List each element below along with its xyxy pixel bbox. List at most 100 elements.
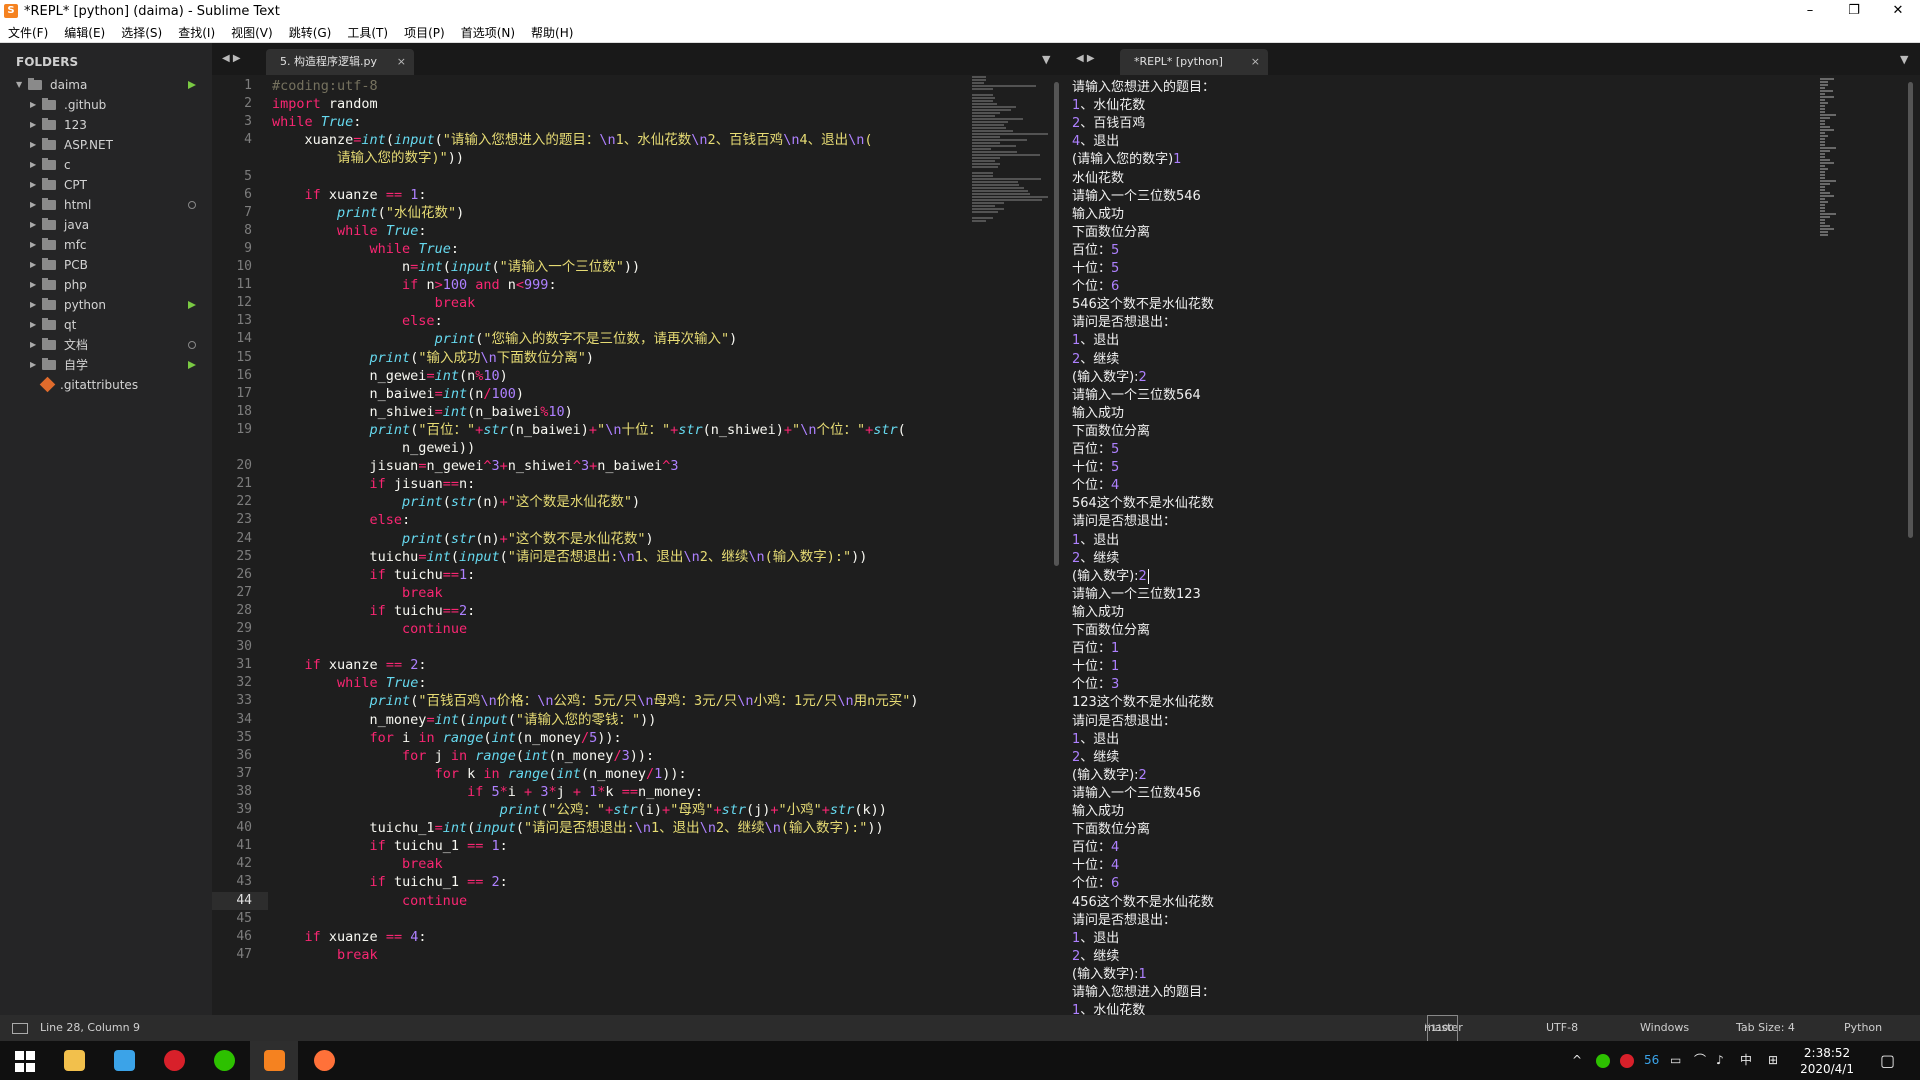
menu-item-3[interactable]: 查找(I) xyxy=(170,24,223,41)
code-line[interactable]: while True: xyxy=(272,674,426,692)
code-line[interactable]: n_money=int(input("请输入您的零钱：")) xyxy=(272,711,657,729)
close-icon[interactable]: × xyxy=(397,49,406,75)
editor-scrollbar[interactable] xyxy=(1054,82,1059,566)
menu-item-8[interactable]: 首选项(N) xyxy=(453,24,523,41)
menu-item-9[interactable]: 帮助(H) xyxy=(523,24,581,41)
chevron-right-icon[interactable]: ▶ xyxy=(30,295,36,315)
code-line[interactable]: n_gewei=int(n%10) xyxy=(272,367,508,385)
code-line[interactable]: while True: xyxy=(272,222,426,240)
code-line[interactable]: break xyxy=(272,855,443,873)
chevron-right-icon[interactable]: ▶ xyxy=(30,275,36,295)
code-line[interactable]: while True: xyxy=(272,240,459,258)
code-line[interactable]: while True: xyxy=(272,113,361,131)
menu-item-4[interactable]: 视图(V) xyxy=(223,24,281,41)
code-line[interactable]: jisuan=n_gewei^3+n_shiwei^3+n_baiwei^3 xyxy=(272,457,679,475)
code-line[interactable]: if xuanze == 1: xyxy=(272,186,427,204)
menu-item-5[interactable]: 跳转(G) xyxy=(281,24,340,41)
line-endings[interactable]: Windows xyxy=(1640,1015,1689,1041)
code-line[interactable]: import random xyxy=(272,95,378,113)
windows-start-icon[interactable] xyxy=(0,1041,48,1080)
code-line[interactable]: print(str(n)+"这个数是水仙花数") xyxy=(272,493,640,511)
code-line[interactable]: if n>100 and n<999: xyxy=(272,276,557,294)
code-line[interactable]: tuichu=int(input("请问是否想退出:\n1、退出\n2、继续\n… xyxy=(272,548,868,566)
chevron-right-icon[interactable]: ▶ xyxy=(30,235,36,255)
tray-wechat-icon[interactable] xyxy=(1596,1041,1610,1080)
ime-mode-icon[interactable]: ⊞ xyxy=(1768,1041,1778,1080)
code-line[interactable]: if 5*i + 3*j + 1*k ==n_money: xyxy=(272,783,703,801)
code-line[interactable]: if xuanze == 4: xyxy=(272,928,427,946)
chevron-right-icon[interactable]: ▶ xyxy=(30,135,36,155)
folder-item[interactable]: ▶ 文档 xyxy=(0,335,212,355)
code-line[interactable]: for j in range(int(n_money/3)): xyxy=(272,747,654,765)
folder-item[interactable]: ▶ ASP.NET xyxy=(0,135,212,155)
menu-item-7[interactable]: 项目(P) xyxy=(396,24,453,41)
code-line[interactable]: n_gewei)) xyxy=(272,439,475,457)
close-window-button[interactable]: ✕ xyxy=(1876,0,1920,22)
folder-root[interactable]: ▼ daima xyxy=(0,75,212,95)
code-line[interactable]: print(str(n)+"这个数不是水仙花数") xyxy=(272,530,654,548)
repl-minimap[interactable] xyxy=(1820,77,1838,236)
chevron-right-icon[interactable]: ▶ xyxy=(30,315,36,335)
folder-item[interactable]: ▶ qt xyxy=(0,315,212,335)
code-line[interactable]: break xyxy=(272,584,443,602)
app-blue-icon[interactable] xyxy=(100,1041,148,1080)
battery-icon[interactable]: ▭ xyxy=(1670,1041,1681,1080)
code-editor[interactable]: 1 2 3 4 5 6 7 8 9 10 11 12 13 14 15 16 17 18 19 20 21 22 23 24 2… xyxy=(212,75,1056,1015)
folder-item[interactable]: ▶ PCB xyxy=(0,255,212,275)
tab-dropdown-icon[interactable]: ▼ xyxy=(1900,53,1908,66)
code-line[interactable]: #coding:utf-8 xyxy=(272,77,378,95)
chevron-right-icon[interactable]: ▶ xyxy=(30,155,36,175)
code-line[interactable]: if jisuan==n: xyxy=(272,475,476,493)
code-line[interactable]: 请输入您的数字)")) xyxy=(272,149,464,167)
file-item[interactable]: .gitattributes xyxy=(0,375,212,395)
code-line[interactable]: break xyxy=(272,294,476,312)
code-line[interactable]: print("水仙花数") xyxy=(272,204,464,222)
code-line[interactable]: print("输入成功\n下面数位分离") xyxy=(272,349,594,367)
code-line[interactable]: print("百位："+str(n_baiwei)+"\n十位："+str(n_… xyxy=(272,421,906,439)
ime-indicator[interactable]: 中 xyxy=(1740,1041,1752,1080)
chevron-down-icon[interactable]: ▼ xyxy=(16,75,22,95)
editor-minimap[interactable] xyxy=(972,75,1048,222)
tray-music-icon[interactable] xyxy=(1620,1041,1634,1080)
folder-item[interactable]: ▶ c xyxy=(0,155,212,175)
code-line[interactable]: else: xyxy=(272,511,411,529)
folder-item[interactable]: ▶ 自学 xyxy=(0,355,212,375)
code-line[interactable]: n=int(input("请输入一个三位数")) xyxy=(272,258,640,276)
encoding[interactable]: UTF-8 xyxy=(1546,1015,1578,1041)
code-line[interactable]: n_shiwei=int(n_baiwei%10) xyxy=(272,403,573,421)
volume-icon[interactable]: ♪ xyxy=(1716,1041,1724,1080)
code-line[interactable]: for k in range(int(n_money/1)): xyxy=(272,765,687,783)
tab-nav-arrows[interactable]: ◀ ▶ xyxy=(222,53,241,64)
file-explorer-icon[interactable] xyxy=(50,1041,98,1080)
chevron-right-icon[interactable]: ▶ xyxy=(30,175,36,195)
chevron-right-icon[interactable]: ▶ xyxy=(30,195,36,215)
menu-item-6[interactable]: 工具(T) xyxy=(339,24,396,41)
tab-repl[interactable]: *REPL* [python] × xyxy=(1120,49,1268,75)
code-line[interactable]: continue xyxy=(272,620,467,638)
code-line[interactable]: print("公鸡："+str(i)+"母鸡"+str(j)+"小鸡"+str(… xyxy=(272,801,887,819)
folder-item[interactable]: ▶ java xyxy=(0,215,212,235)
menu-item-0[interactable]: 文件(F) xyxy=(0,24,56,41)
repl-scrollbar[interactable] xyxy=(1908,82,1913,538)
code-line[interactable]: if tuichu_1 == 1: xyxy=(272,837,508,855)
code-line[interactable]: for i in range(int(n_money/5)): xyxy=(272,729,622,747)
wechat-icon[interactable] xyxy=(200,1041,248,1080)
system-clock[interactable]: 2:38:52 2020/4/1 xyxy=(1800,1045,1854,1077)
chevron-right-icon[interactable]: ▶ xyxy=(30,215,36,235)
tray-chevron-icon[interactable]: ^ xyxy=(1572,1041,1582,1080)
menu-item-2[interactable]: 选择(S) xyxy=(113,24,170,41)
minimize-button[interactable]: – xyxy=(1788,0,1832,22)
firefox-icon[interactable] xyxy=(300,1041,348,1080)
code-line[interactable]: tuichu_1=int(input("请问是否想退出:\n1、退出\n2、继续… xyxy=(272,819,884,837)
tray-badge[interactable]: 56 xyxy=(1644,1041,1659,1080)
chevron-right-icon[interactable]: ▶ xyxy=(30,335,36,355)
code-line[interactable]: if tuichu==2: xyxy=(272,602,476,620)
chevron-right-icon[interactable]: ▶ xyxy=(30,255,36,275)
netease-music-icon[interactable] xyxy=(150,1041,198,1080)
tab-code-file[interactable]: 5. 构造程序逻辑.py × xyxy=(266,49,414,75)
folder-item[interactable]: ▶ php xyxy=(0,275,212,295)
folder-item[interactable]: ▶ html xyxy=(0,195,212,215)
tab-size[interactable]: Tab Size: 4 xyxy=(1736,1015,1795,1041)
code-line[interactable]: break xyxy=(272,946,378,964)
syntax[interactable]: Python xyxy=(1844,1015,1882,1041)
